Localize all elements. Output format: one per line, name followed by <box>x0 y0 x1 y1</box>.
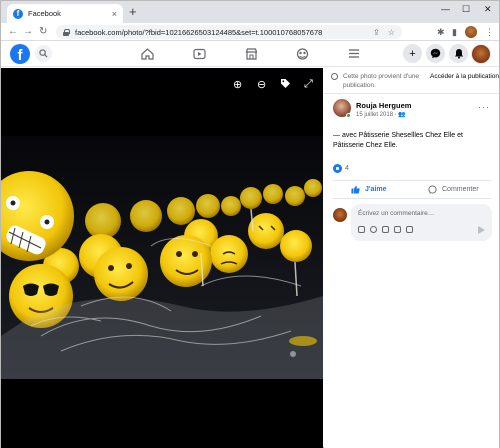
sticker-icon[interactable] <box>406 226 413 233</box>
more-options-icon[interactable]: ··· <box>478 102 490 112</box>
zoom-in-icon[interactable]: ⊕ <box>233 78 242 91</box>
post-date[interactable]: 15 juillet 2018 · 👥 <box>356 111 406 118</box>
photo-image <box>1 136 323 379</box>
back-icon[interactable]: ← <box>8 26 18 38</box>
go-to-post-link[interactable]: Accéder à la publication <box>430 72 499 81</box>
poster-name[interactable]: Rouja Herguem <box>356 101 411 110</box>
browser-toolbar: ← → ↻ facebook.com/photo/?fbid=102166265… <box>1 23 499 41</box>
emoji-icon[interactable] <box>370 226 377 233</box>
like-button[interactable]: J'aime <box>351 185 387 194</box>
post-side-panel: Cette photo provient d'une publication. … <box>324 68 499 448</box>
create-button[interactable]: + <box>403 44 422 63</box>
comment-button[interactable]: Commenter <box>428 185 479 194</box>
home-nav-icon[interactable] <box>141 48 154 62</box>
groups-nav-icon[interactable] <box>296 48 309 62</box>
share-icon[interactable]: ⇪ <box>373 28 380 37</box>
bell-icon <box>454 49 463 59</box>
watch-nav-icon[interactable] <box>193 48 206 62</box>
zoom-out-icon[interactable]: ⊖ <box>257 78 266 91</box>
comment-tools <box>358 226 413 233</box>
address-bar[interactable]: facebook.com/photo/?fbid=102166265031244… <box>56 25 402 39</box>
divider <box>324 93 499 94</box>
gif-icon[interactable] <box>394 226 401 233</box>
comment-icon <box>428 185 437 194</box>
avatar-sticker-icon[interactable] <box>358 226 365 233</box>
marketplace-nav-icon[interactable] <box>245 48 258 62</box>
browser-tab-facebook[interactable]: f Facebook × <box>7 4 123 23</box>
bookmark-star-icon[interactable]: ☆ <box>388 28 395 37</box>
reaction-count[interactable]: 4 <box>345 165 349 172</box>
facebook-favicon-icon: f <box>13 8 23 19</box>
notice-text: Cette photo provient d'une publication. <box>343 73 420 89</box>
browser-profile-avatar[interactable] <box>465 26 477 38</box>
camera-icon[interactable] <box>382 226 389 233</box>
messenger-button[interactable] <box>426 44 445 63</box>
like-reaction-icon[interactable] <box>333 164 342 173</box>
online-status-dot <box>346 113 351 118</box>
facebook-logo[interactable]: f <box>10 44 30 64</box>
menu-nav-icon[interactable] <box>348 48 360 61</box>
thumbs-up-icon <box>351 185 360 194</box>
fullscreen-icon[interactable]: ⤢ <box>304 78 313 91</box>
divider <box>333 198 491 199</box>
tab-strip: f Facebook × + — ☐ ✕ <box>1 1 499 23</box>
comment-placeholder: Écrivez un commentaire… <box>358 210 435 217</box>
messenger-icon <box>430 48 441 59</box>
facebook-search-button[interactable] <box>35 45 52 62</box>
divider <box>333 180 491 181</box>
reload-icon[interactable]: ↻ <box>39 26 47 38</box>
post-text: — avec Pâtisserie Shesellles Chez Elle e… <box>333 132 463 149</box>
new-tab-button[interactable]: + <box>129 5 137 19</box>
url-text[interactable]: facebook.com/photo/?fbid=102166265031244… <box>75 28 365 37</box>
comment-input[interactable]: Écrivez un commentaire… <box>351 204 492 241</box>
minimize-icon[interactable]: — <box>441 4 450 14</box>
tag-icon[interactable] <box>280 78 291 92</box>
send-icon[interactable] <box>478 226 485 234</box>
info-icon <box>331 73 338 80</box>
browser-window: f Facebook × + — ☐ ✕ ← → ↻ facebook.com/… <box>0 0 500 448</box>
side-panel-icon[interactable]: ▮ <box>452 26 457 38</box>
like-label: J'aime <box>365 186 387 193</box>
browser-menu-icon[interactable]: ⋮ <box>485 26 494 38</box>
window-close-icon[interactable]: ✕ <box>484 4 492 15</box>
forward-icon[interactable]: → <box>23 26 33 38</box>
tab-close-icon[interactable]: × <box>112 9 117 19</box>
photo-viewer: ⊕ ⊖ ⤢ <box>1 68 323 448</box>
search-icon <box>39 49 48 58</box>
lock-icon <box>63 28 70 36</box>
extensions-icon[interactable]: ✱ <box>437 26 445 38</box>
tab-title: Facebook <box>28 9 61 18</box>
account-avatar[interactable] <box>471 44 491 64</box>
post-source-notice: Cette photo provient d'une publication. … <box>331 72 500 90</box>
commenter-avatar[interactable] <box>333 208 347 222</box>
maximize-icon[interactable]: ☐ <box>462 4 470 15</box>
facebook-top-bar: f + <box>1 41 499 67</box>
notifications-button[interactable] <box>449 44 468 63</box>
comment-label: Commenter <box>442 186 479 193</box>
